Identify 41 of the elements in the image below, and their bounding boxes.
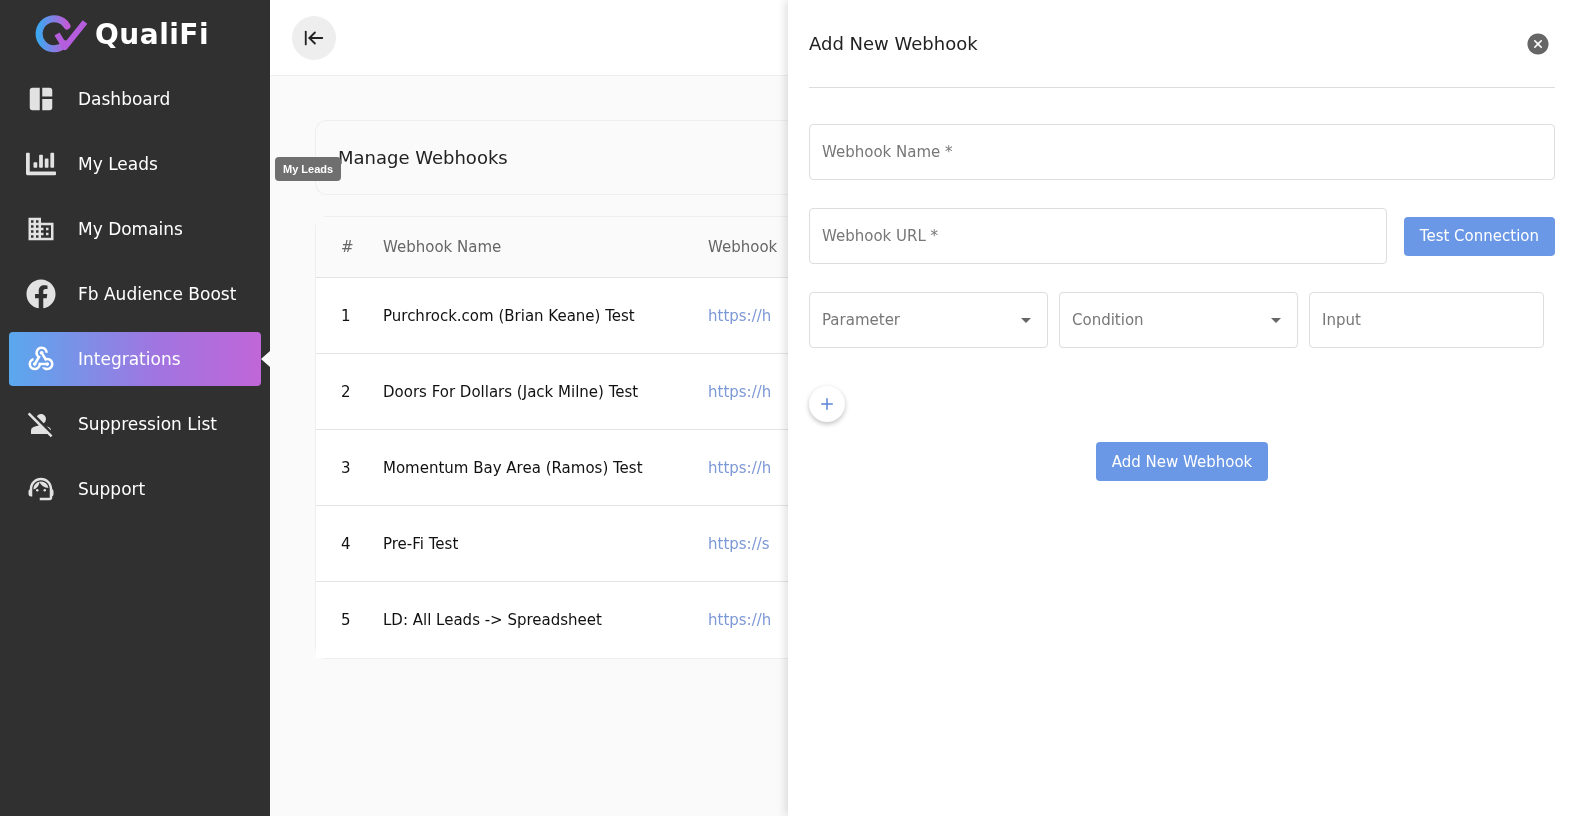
drawer-title: Add New Webhook [809, 33, 978, 54]
url-link[interactable]: https://s [708, 534, 770, 553]
sidebar-item[interactable]: My Domains [9, 202, 261, 256]
sidebar-item[interactable]: Suppression List [9, 397, 261, 451]
url-link[interactable]: https://h [708, 306, 772, 325]
logo-icon [35, 14, 89, 54]
url-link[interactable]: https://h [708, 382, 772, 401]
table-cell: Purchrock.com (Brian Keane) Test [383, 306, 635, 325]
select-field[interactable]: Parameter [809, 292, 1048, 348]
webhook-url-field[interactable]: Webhook URL * [809, 208, 1387, 264]
webhook-name-field[interactable]: Webhook Name * [809, 124, 1555, 180]
table-cell: 3 [341, 458, 351, 477]
table-cell: 2 [341, 382, 351, 401]
sidebar-item[interactable]: Integrations [9, 332, 261, 386]
dropdown-icon [1271, 317, 1281, 323]
sidebar-item[interactable]: Dashboard [9, 72, 261, 126]
add-webhook-button[interactable]: Add New Webhook [1095, 442, 1269, 481]
plus-icon [818, 395, 836, 413]
test-connection-button[interactable]: Test Connection [1403, 216, 1555, 256]
table-cell: LD: All Leads -> Spreadsheet [383, 611, 602, 629]
column-header: # [341, 238, 354, 256]
input-field[interactable]: Input [1309, 292, 1544, 348]
dropdown-icon [1021, 317, 1031, 323]
url-link[interactable]: https://h [708, 458, 772, 477]
sidebar-item[interactable]: Fb Audience Boost [9, 267, 261, 321]
table-cell: Pre-Fi Test [383, 534, 459, 553]
url-link[interactable]: https://h [708, 611, 772, 629]
table-cell: 5 [341, 611, 351, 629]
column-header: Webhook Name [383, 238, 502, 256]
collapse-button[interactable] [292, 15, 336, 60]
sidebar-item[interactable]: Support [9, 462, 261, 516]
column-header: Webhook [708, 238, 778, 256]
table-cell: Momentum Bay Area (Ramos) Test [383, 458, 643, 477]
table-cell: 4 [341, 534, 351, 553]
brand-name: QualiFi [95, 17, 210, 51]
facebook-icon [26, 279, 56, 309]
table-cell: Doors For Dollars (Jack Milne) Test [383, 382, 639, 401]
table-cell: 1 [341, 306, 351, 325]
add-rule-button[interactable] [809, 386, 845, 422]
select-field[interactable]: Condition [1059, 292, 1298, 348]
sidebar-item[interactable]: My Leads [9, 137, 261, 191]
